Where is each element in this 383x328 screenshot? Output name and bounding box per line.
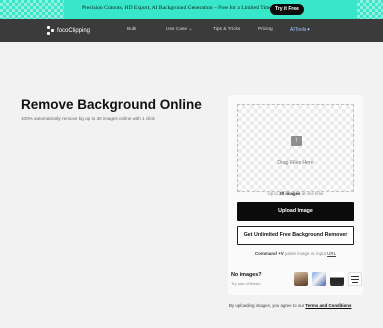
nav-ai-tools-label: AITools bbox=[290, 27, 307, 33]
unlimited-remover-button[interactable]: Get Unlimited Free Background Remover bbox=[237, 226, 354, 245]
samples-subtitle: Try one of these: bbox=[231, 281, 261, 286]
upload-icon: ↑ bbox=[291, 136, 302, 146]
logo[interactable]: focoClipping bbox=[47, 26, 90, 35]
sample-image-camera[interactable] bbox=[330, 272, 344, 286]
sample-image-person[interactable] bbox=[294, 272, 308, 286]
nav-pricing[interactable]: Pricing bbox=[258, 27, 273, 32]
nav-bulk[interactable]: Bulk bbox=[127, 27, 136, 32]
logo-icon bbox=[47, 26, 54, 35]
promo-message: Precision Cutouts, HD Export, AI Backgro… bbox=[82, 5, 272, 11]
logo-text: focoClipping bbox=[57, 27, 91, 34]
page-subtitle: 100% automatically remove bg up to 30 im… bbox=[21, 116, 155, 121]
sample-image-car[interactable] bbox=[312, 272, 326, 286]
samples-title: No images? bbox=[231, 272, 262, 278]
nav-tips-tricks[interactable]: Tips & Tricks bbox=[213, 27, 240, 32]
paste-hint: Command +V paste image or input URL bbox=[254, 251, 337, 256]
nav-use-case[interactable]: Use Case ⌄ bbox=[166, 27, 192, 32]
terms-notice: By uploading images, you agree to our Te… bbox=[229, 303, 352, 308]
nav-ai-tools[interactable]: AITools✦ bbox=[290, 27, 311, 33]
terms-link[interactable]: Terms and Conditions bbox=[305, 303, 351, 308]
sparkle-icon: ✦ bbox=[306, 27, 311, 33]
sample-images: No images? Try one of these: bbox=[228, 265, 363, 293]
try-free-button[interactable]: Try it Free bbox=[270, 4, 304, 15]
drop-label: Drag Files Here bbox=[277, 160, 314, 166]
promo-pattern bbox=[0, 0, 64, 19]
url-link[interactable]: URL bbox=[327, 251, 336, 256]
promo-banner: Precision Cutouts, HD Export, AI Backgro… bbox=[0, 0, 383, 19]
drop-zone[interactable]: ↑ Drag Files Here Up to 30 images at one… bbox=[237, 104, 354, 196]
page-title: Remove Background Online bbox=[21, 97, 202, 112]
top-nav: focoClipping Bulk Use Case ⌄ Tips & Tric… bbox=[0, 19, 383, 42]
sample-image-text[interactable] bbox=[348, 272, 362, 286]
promo-pattern-right bbox=[357, 0, 383, 19]
upload-limit: Up to 30 images at one time bbox=[267, 191, 324, 196]
upload-image-button[interactable]: Upload Image bbox=[237, 202, 354, 221]
